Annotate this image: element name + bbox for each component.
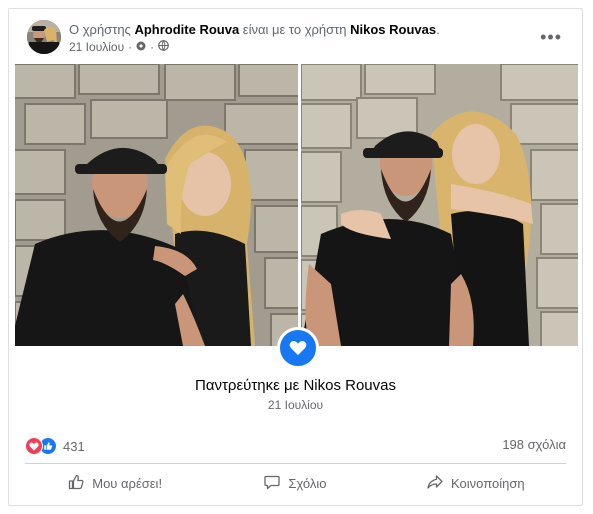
thumbs-up-icon [68, 474, 84, 493]
post-date-link[interactable]: 21 Ιουλίου [69, 40, 124, 54]
share-icon [427, 474, 443, 493]
author-line: Ο χρήστης Aphrodite Rouva είναι με το χρ… [69, 22, 440, 37]
share-label: Κοινοποίηση [451, 475, 525, 491]
reactions-count: 431 [63, 438, 85, 454]
life-event-title: Παντρεύτηκε με Nikos Rouvas [194, 377, 396, 394]
love-reaction-icon [25, 437, 43, 455]
post-card: Ο χρήστης Aphrodite Rouva είναι με το χρ… [8, 8, 583, 506]
comment-button[interactable]: Σχόλιο [205, 467, 385, 499]
tagged-name-link[interactable]: Nikos Rouvas [350, 22, 436, 37]
life-event-date: 21 Ιουλίου [267, 398, 324, 412]
divider [25, 463, 566, 464]
avatar[interactable] [27, 20, 61, 54]
photo-left[interactable] [15, 64, 298, 346]
meta-separator-2: · [150, 40, 155, 54]
photo-collage [15, 64, 578, 346]
globe-icon[interactable] [158, 40, 170, 54]
tagged-suffix: . [436, 22, 440, 37]
comment-label: Σχόλιο [288, 475, 327, 491]
post-header: Ο χρήστης Aphrodite Rouva είναι με το χρ… [9, 9, 582, 63]
action-bar: Μου αρέσει! Σχόλιο Κοινοποίηση [25, 467, 566, 499]
like-button[interactable]: Μου αρέσει! [25, 467, 205, 499]
comment-icon [264, 474, 281, 493]
author-prefix: Ο χρήστης [69, 22, 135, 37]
post-stats: 431 198 σχόλια [25, 437, 566, 457]
photo-right[interactable] [301, 64, 578, 346]
reactions-summary[interactable]: 431 [25, 437, 85, 455]
with-text: είναι με το χρήστη [239, 22, 351, 37]
more-dots-icon[interactable]: ••• [540, 27, 562, 48]
comments-count[interactable]: 198 σχόλια [502, 437, 566, 452]
heart-icon [277, 327, 319, 369]
author-name-link[interactable]: Aphrodite Rouva [134, 22, 239, 37]
post-meta: 21 Ιουλίου · · [69, 40, 170, 54]
meta-separator: · [128, 40, 133, 54]
like-label: Μου αρέσει! [92, 475, 163, 491]
share-button[interactable]: Κοινοποίηση [386, 467, 566, 499]
event-badge-icon [136, 40, 146, 54]
